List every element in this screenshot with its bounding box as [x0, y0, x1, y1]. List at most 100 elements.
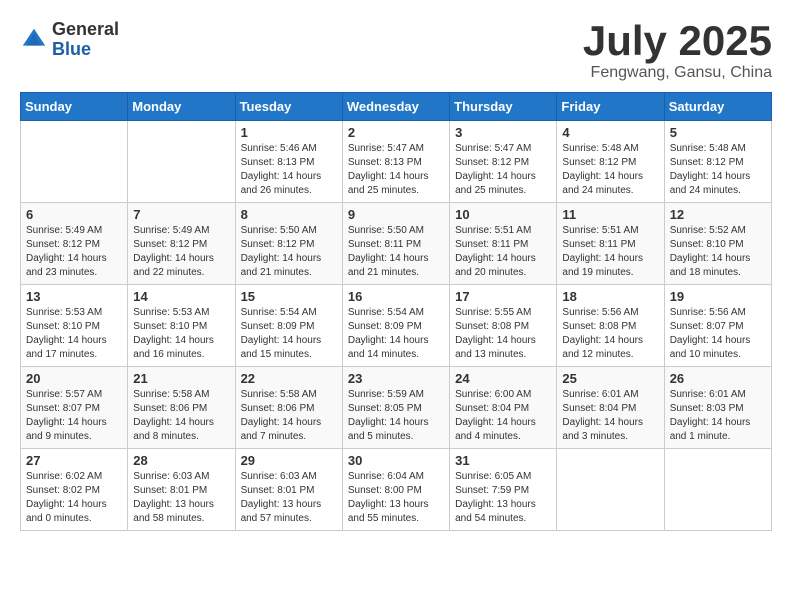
day-info: Sunrise: 5:53 AM Sunset: 8:10 PM Dayligh… — [133, 306, 229, 362]
page-header: General Blue July 2025 Fengwang, Gansu, … — [20, 20, 772, 82]
day-info: Sunrise: 5:56 AM Sunset: 8:07 PM Dayligh… — [670, 306, 766, 362]
calendar-cell: 19 Sunrise: 5:56 AM Sunset: 8:07 PM Dayli… — [664, 285, 771, 367]
day-number: 31 — [455, 453, 551, 468]
day-number: 1 — [241, 125, 337, 140]
day-number: 29 — [241, 453, 337, 468]
calendar-week-2: 6Sunrise: 5:49 AM Sunset: 8:12 PM Daylig… — [21, 203, 772, 285]
day-info: Sunrise: 5:49 AM Sunset: 8:12 PM Dayligh… — [26, 224, 122, 280]
day-info: Sunrise: 5:52 AM Sunset: 8:10 PM Dayligh… — [670, 224, 766, 280]
day-info: Sunrise: 5:58 AM Sunset: 8:06 PM Dayligh… — [241, 388, 337, 444]
calendar-cell: 15Sunrise: 5:54 AM Sunset: 8:09 PM Dayli… — [235, 285, 342, 367]
day-info: Sunrise: 5:54 AM Sunset: 8:09 PM Dayligh… — [348, 306, 444, 362]
day-info: Sunrise: 6:03 AM Sunset: 8:01 PM Dayligh… — [241, 470, 337, 526]
day-number: 10 — [455, 207, 551, 222]
day-number: 13 — [26, 289, 122, 304]
day-number: 25 — [562, 371, 658, 386]
day-number: 23 — [348, 371, 444, 386]
day-number: 19 — [670, 289, 766, 304]
day-info: Sunrise: 5:50 AM Sunset: 8:12 PM Dayligh… — [241, 224, 337, 280]
calendar-cell: 30 Sunrise: 6:04 AM Sunset: 8:00 PM Dayli… — [342, 449, 449, 531]
day-info: Sunrise: 6:03 AM Sunset: 8:01 PM Dayligh… — [133, 470, 229, 526]
day-number: 20 — [26, 371, 122, 386]
day-info: Sunrise: 5:47 AM Sunset: 8:12 PM Dayligh… — [455, 142, 551, 198]
day-info: Sunrise: 5:59 AM Sunset: 8:05 PM Dayligh… — [348, 388, 444, 444]
calendar-cell: 25Sunrise: 6:01 AM Sunset: 8:04 PM Dayli… — [557, 367, 664, 449]
logo-general: General — [52, 20, 119, 40]
day-info: Sunrise: 6:05 AM Sunset: 7:59 PM Dayligh… — [455, 470, 551, 526]
calendar-cell: 4 Sunrise: 5:48 AM Sunset: 8:12 PM Daylig… — [557, 121, 664, 203]
calendar-cell: 21 Sunrise: 5:58 AM Sunset: 8:06 PM Dayli… — [128, 367, 235, 449]
logo-icon — [20, 26, 48, 54]
calendar-cell: 20 Sunrise: 5:57 AM Sunset: 8:07 PM Dayli… — [21, 367, 128, 449]
calendar-cell — [128, 121, 235, 203]
weekday-header-saturday: Saturday — [664, 93, 771, 121]
calendar-cell: 8 Sunrise: 5:50 AM Sunset: 8:12 PM Daylig… — [235, 203, 342, 285]
weekday-header-row: SundayMondayTuesdayWednesdayThursdayFrid… — [21, 93, 772, 121]
day-number: 15 — [241, 289, 337, 304]
day-number: 28 — [133, 453, 229, 468]
calendar-cell: 9Sunrise: 5:50 AM Sunset: 8:11 PM Daylig… — [342, 203, 449, 285]
month-title: July 2025 — [583, 20, 772, 62]
calendar-cell: 7 Sunrise: 5:49 AM Sunset: 8:12 PM Daylig… — [128, 203, 235, 285]
day-info: Sunrise: 6:00 AM Sunset: 8:04 PM Dayligh… — [455, 388, 551, 444]
day-info: Sunrise: 5:48 AM Sunset: 8:12 PM Dayligh… — [670, 142, 766, 198]
calendar-cell: 31 Sunrise: 6:05 AM Sunset: 7:59 PM Dayli… — [450, 449, 557, 531]
day-info: Sunrise: 5:58 AM Sunset: 8:06 PM Dayligh… — [133, 388, 229, 444]
weekday-header-wednesday: Wednesday — [342, 93, 449, 121]
calendar-cell: 12 Sunrise: 5:52 AM Sunset: 8:10 PM Dayli… — [664, 203, 771, 285]
day-number: 2 — [348, 125, 444, 140]
day-info: Sunrise: 6:02 AM Sunset: 8:02 PM Dayligh… — [26, 470, 122, 526]
day-number: 7 — [133, 207, 229, 222]
day-info: Sunrise: 5:51 AM Sunset: 8:11 PM Dayligh… — [562, 224, 658, 280]
calendar-cell: 26 Sunrise: 6:01 AM Sunset: 8:03 PM Dayli… — [664, 367, 771, 449]
location: Fengwang, Gansu, China — [583, 64, 772, 82]
calendar-cell: 17 Sunrise: 5:55 AM Sunset: 8:08 PM Dayli… — [450, 285, 557, 367]
calendar-cell: 1 Sunrise: 5:46 AM Sunset: 8:13 PM Daylig… — [235, 121, 342, 203]
weekday-header-thursday: Thursday — [450, 93, 557, 121]
day-info: Sunrise: 5:51 AM Sunset: 8:11 PM Dayligh… — [455, 224, 551, 280]
calendar-cell: 22 Sunrise: 5:58 AM Sunset: 8:06 PM Dayli… — [235, 367, 342, 449]
weekday-header-monday: Monday — [128, 93, 235, 121]
calendar-cell — [557, 449, 664, 531]
day-number: 17 — [455, 289, 551, 304]
calendar-cell: 2Sunrise: 5:47 AM Sunset: 8:13 PM Daylig… — [342, 121, 449, 203]
day-number: 24 — [455, 371, 551, 386]
day-info: Sunrise: 5:50 AM Sunset: 8:11 PM Dayligh… — [348, 224, 444, 280]
day-number: 30 — [348, 453, 444, 468]
day-number: 16 — [348, 289, 444, 304]
calendar-cell: 3 Sunrise: 5:47 AM Sunset: 8:12 PM Daylig… — [450, 121, 557, 203]
day-info: Sunrise: 5:46 AM Sunset: 8:13 PM Dayligh… — [241, 142, 337, 198]
day-number: 26 — [670, 371, 766, 386]
calendar-week-1: 1 Sunrise: 5:46 AM Sunset: 8:13 PM Daylig… — [21, 121, 772, 203]
weekday-header-tuesday: Tuesday — [235, 93, 342, 121]
weekday-header-friday: Friday — [557, 93, 664, 121]
day-number: 14 — [133, 289, 229, 304]
calendar-cell: 27 Sunrise: 6:02 AM Sunset: 8:02 PM Dayli… — [21, 449, 128, 531]
calendar-cell: 24 Sunrise: 6:00 AM Sunset: 8:04 PM Dayli… — [450, 367, 557, 449]
day-number: 21 — [133, 371, 229, 386]
day-info: Sunrise: 5:57 AM Sunset: 8:07 PM Dayligh… — [26, 388, 122, 444]
calendar-table: SundayMondayTuesdayWednesdayThursdayFrid… — [20, 92, 772, 531]
calendar-cell: 5 Sunrise: 5:48 AM Sunset: 8:12 PM Daylig… — [664, 121, 771, 203]
day-number: 5 — [670, 125, 766, 140]
day-number: 27 — [26, 453, 122, 468]
day-number: 22 — [241, 371, 337, 386]
logo-text: General Blue — [52, 20, 119, 60]
logo-blue: Blue — [52, 40, 119, 60]
day-info: Sunrise: 5:48 AM Sunset: 8:12 PM Dayligh… — [562, 142, 658, 198]
day-info: Sunrise: 5:49 AM Sunset: 8:12 PM Dayligh… — [133, 224, 229, 280]
calendar-cell — [21, 121, 128, 203]
day-number: 12 — [670, 207, 766, 222]
day-info: Sunrise: 6:01 AM Sunset: 8:03 PM Dayligh… — [670, 388, 766, 444]
calendar-cell: 18Sunrise: 5:56 AM Sunset: 8:08 PM Dayli… — [557, 285, 664, 367]
day-info: Sunrise: 5:55 AM Sunset: 8:08 PM Dayligh… — [455, 306, 551, 362]
day-number: 4 — [562, 125, 658, 140]
day-number: 8 — [241, 207, 337, 222]
calendar-cell: 29 Sunrise: 6:03 AM Sunset: 8:01 PM Dayli… — [235, 449, 342, 531]
calendar-cell: 11Sunrise: 5:51 AM Sunset: 8:11 PM Dayli… — [557, 203, 664, 285]
calendar-cell: 10 Sunrise: 5:51 AM Sunset: 8:11 PM Dayli… — [450, 203, 557, 285]
day-number: 3 — [455, 125, 551, 140]
calendar-week-4: 20 Sunrise: 5:57 AM Sunset: 8:07 PM Dayli… — [21, 367, 772, 449]
day-info: Sunrise: 6:04 AM Sunset: 8:00 PM Dayligh… — [348, 470, 444, 526]
day-number: 18 — [562, 289, 658, 304]
